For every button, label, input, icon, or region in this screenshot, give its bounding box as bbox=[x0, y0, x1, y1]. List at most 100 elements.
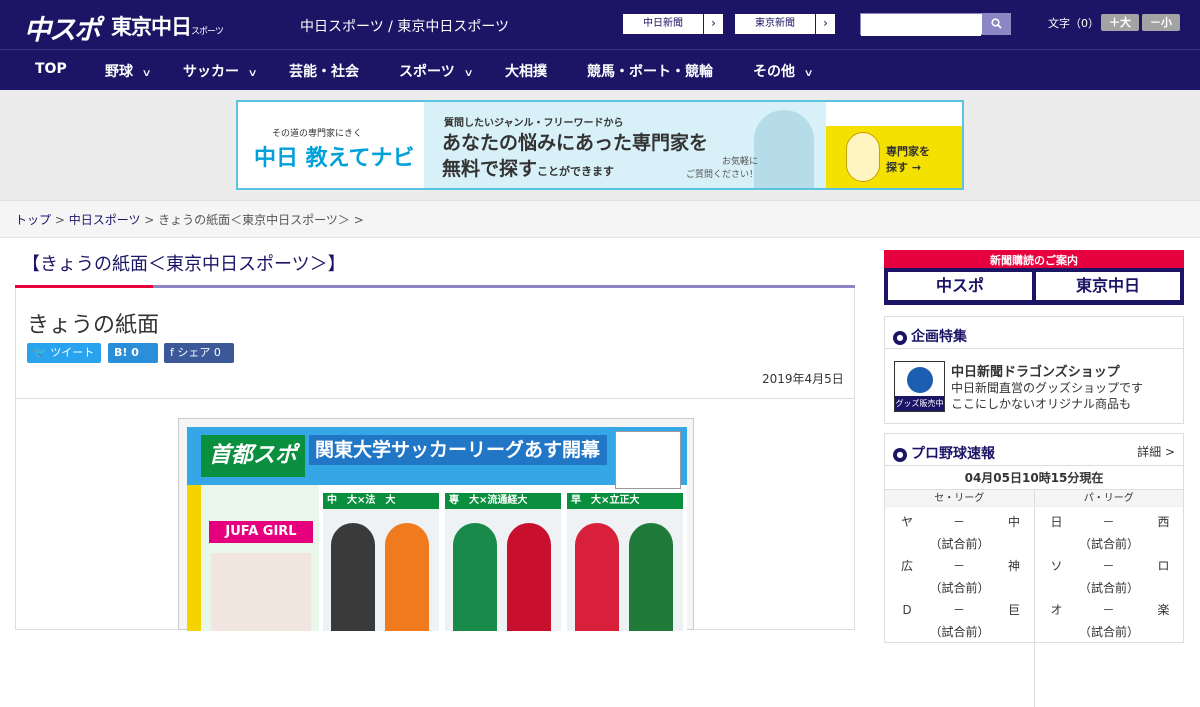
score-dash: － bbox=[953, 515, 966, 529]
baseball-scores-box: ● プロ野球速報 詳細 > 04月05日10時15分現在 セ・リーグ パ・リーグ ヤ… bbox=[884, 433, 1184, 707]
chevron-right-icon: › bbox=[815, 14, 835, 34]
nav-keiba[interactable]: 競馬・ボート・競輪 bbox=[587, 61, 713, 81]
away-team: 西 bbox=[1157, 515, 1170, 529]
nav-baseball[interactable]: 野球 ∨ bbox=[105, 61, 152, 81]
game-row[interactable]: Ｄ － 巨 （試合前） bbox=[885, 595, 1034, 639]
subscribe-chuspo-button[interactable]: 中スポ bbox=[888, 272, 1032, 300]
newspaper-page: 首都スポ 関東大学サッカーリーグあす開幕 JUFA GIRL 中 大×法 大 専… bbox=[187, 427, 687, 631]
nav-label: TOP bbox=[35, 61, 67, 77]
hatena-bookmark-button[interactable]: B! 0 bbox=[108, 343, 158, 363]
font-smaller-button[interactable]: －小 bbox=[1142, 14, 1180, 31]
score-dash: － bbox=[1102, 515, 1115, 529]
chevron-down-icon: ∨ bbox=[141, 68, 152, 79]
facebook-share-button[interactable]: f シェア 0 bbox=[164, 343, 234, 363]
game-row[interactable]: ヤ － 中 （試合前） bbox=[885, 507, 1034, 551]
baseball-header: ● プロ野球速報 詳細 > bbox=[885, 434, 1183, 466]
font-larger-button[interactable]: ＋大 bbox=[1101, 14, 1139, 31]
paper-matchup-tag: 中 大×法 大 bbox=[323, 493, 439, 509]
ad-note-1: お気軽に bbox=[722, 157, 759, 167]
nav-top[interactable]: TOP bbox=[35, 61, 67, 77]
game-row[interactable]: 日 － 西 （試合前） bbox=[1035, 507, 1184, 551]
chevron-down-icon: ∨ bbox=[463, 68, 474, 79]
page-heading: 【きょうの紙面＜東京中日スポーツ＞】 bbox=[22, 254, 346, 275]
ad-cta-1: 専門家を bbox=[886, 145, 930, 158]
game-status: （試合前） bbox=[929, 581, 990, 595]
twitter-icon: 🐦 bbox=[33, 346, 47, 359]
top-header: 中スポ 東京中日スポーツ 中日スポーツ / 東京中日スポーツ 中日新聞 › 東京… bbox=[0, 0, 1200, 49]
article-date: 2019年4月5日 bbox=[762, 372, 844, 386]
article-title: きょうの紙面 bbox=[27, 313, 160, 338]
home-team: ソ bbox=[1050, 559, 1063, 573]
paper-logo: 首都スポ bbox=[201, 435, 305, 477]
nav-label: 野球 bbox=[105, 64, 133, 80]
paper-jufa-badge: JUFA GIRL bbox=[209, 521, 313, 543]
chuspo-logo[interactable]: 中スポ bbox=[24, 8, 101, 47]
away-team: ロ bbox=[1157, 559, 1170, 573]
search-box bbox=[860, 13, 1011, 36]
central-league-label: セ・リーグ bbox=[885, 490, 1035, 506]
facebook-icon: f bbox=[170, 346, 174, 359]
game-row[interactable]: オ － 楽 （試合前） bbox=[1035, 595, 1184, 639]
games-grid: ヤ － 中 （試合前） 広 － 神 （試合前） Ｄ － 巨 （試合前） 日 － 西 （試合前） ソ － ロ （… bbox=[885, 507, 1183, 707]
away-team: 中 bbox=[1007, 515, 1020, 529]
score-dash: － bbox=[953, 559, 966, 573]
paper-matchup: 早 大×立正大 bbox=[567, 493, 683, 631]
game-row[interactable]: ソ － ロ （試合前） bbox=[1035, 551, 1184, 595]
home-team: Ｄ bbox=[901, 603, 914, 617]
tweet-button[interactable]: 🐦 ツイート bbox=[27, 343, 101, 363]
chevron-right-icon: › bbox=[703, 14, 723, 34]
breadcrumb-section[interactable]: 中日スポーツ bbox=[69, 213, 141, 227]
tweet-label: ツイート bbox=[50, 346, 95, 359]
ad-cta-2: 探す → bbox=[886, 161, 922, 174]
paper-player-photo bbox=[507, 523, 551, 631]
dragons-shop-thumbnail[interactable]: グッズ販売中 bbox=[894, 361, 945, 412]
tokyo-logo-small: スポーツ bbox=[191, 27, 224, 37]
ad-headline-1: あなたの悩みにあった専門家を bbox=[442, 132, 709, 154]
nav-entertainment[interactable]: 芸能・社会 bbox=[289, 61, 359, 81]
ad-note-2: ご質問ください！ bbox=[686, 170, 759, 180]
home-team: 広 bbox=[901, 559, 914, 573]
away-team: 楽 bbox=[1157, 603, 1170, 617]
nav-sports[interactable]: スポーツ ∨ bbox=[399, 61, 474, 81]
baseball-icon: ● bbox=[893, 448, 907, 462]
search-button[interactable] bbox=[982, 14, 1010, 34]
nav-sumo[interactable]: 大相撲 bbox=[505, 61, 547, 81]
nav-label: その他 bbox=[753, 64, 795, 80]
paper-matchup-tag: 専 大×流通経大 bbox=[445, 493, 561, 509]
nav-other[interactable]: その他 ∨ bbox=[753, 61, 814, 81]
baseball-details-link[interactable]: 詳細 > bbox=[1137, 443, 1175, 460]
breadcrumb: トップ > 中日スポーツ > きょうの紙面＜東京中日スポーツ＞ > bbox=[0, 200, 1200, 238]
subscription-label: 新聞購読のご案内 bbox=[990, 254, 1078, 267]
game-status: （試合前） bbox=[1078, 537, 1139, 551]
game-row[interactable]: 広 － 神 （試合前） bbox=[885, 551, 1034, 595]
home-team: 日 bbox=[1050, 515, 1063, 529]
chevron-down-icon: ∨ bbox=[803, 68, 814, 79]
paper-player-photo bbox=[385, 523, 429, 631]
newspaper-image[interactable]: 首都スポ 関東大学サッカーリーグあす開幕 JUFA GIRL 中 大×法 大 専… bbox=[178, 418, 694, 631]
main-nav: TOP 野球 ∨ サッカー ∨ 芸能・社会 スポーツ ∨ 大相撲 競馬・ボート・競輪 … bbox=[0, 49, 1200, 90]
pacific-games: 日 － 西 （試合前） ソ － ロ （試合前） オ － 楽 （試合前） bbox=[1035, 507, 1184, 707]
nav-label: スポーツ bbox=[399, 64, 455, 80]
tokyo-chunichi-logo[interactable]: 東京中日スポーツ bbox=[111, 11, 224, 41]
game-status: （試合前） bbox=[929, 625, 990, 639]
paper-team-matchups: 中 大×法 大 専 大×流通経大 早 大×立正大 bbox=[323, 493, 683, 631]
feature-title: 企画特集 bbox=[911, 329, 967, 345]
search-input[interactable] bbox=[861, 16, 981, 36]
chevron-down-icon: ∨ bbox=[247, 68, 258, 79]
chunichi-shimbun-link[interactable]: 中日新聞 › bbox=[622, 13, 724, 35]
paper-player-photo bbox=[575, 523, 619, 631]
ad-cta: 専門家を探す → bbox=[886, 144, 930, 176]
ad-headline-2-tail: ことができます bbox=[537, 165, 615, 178]
subscribe-tokyo-button[interactable]: 東京中日 bbox=[1036, 272, 1180, 300]
central-games: ヤ － 中 （試合前） 広 － 神 （試合前） Ｄ － 巨 （試合前） bbox=[885, 507, 1035, 707]
away-team: 神 bbox=[1007, 559, 1020, 573]
paper-photo-girls bbox=[211, 553, 311, 631]
tokyo-shimbun-link[interactable]: 東京新聞 › bbox=[734, 13, 836, 35]
breadcrumb-home[interactable]: トップ bbox=[15, 213, 51, 227]
mascot-icon bbox=[907, 367, 933, 393]
breadcrumb-sep: > bbox=[140, 213, 159, 227]
ad-banner[interactable]: その道の専門家にきく 中日 教えてナビ 質問したいジャンル・フリーワードから あ… bbox=[236, 100, 964, 190]
nav-soccer[interactable]: サッカー ∨ bbox=[183, 61, 258, 81]
tokyo-link-label: 東京新聞 bbox=[755, 18, 795, 29]
shop-title[interactable]: 中日新聞ドラゴンズショップ bbox=[951, 361, 1120, 380]
